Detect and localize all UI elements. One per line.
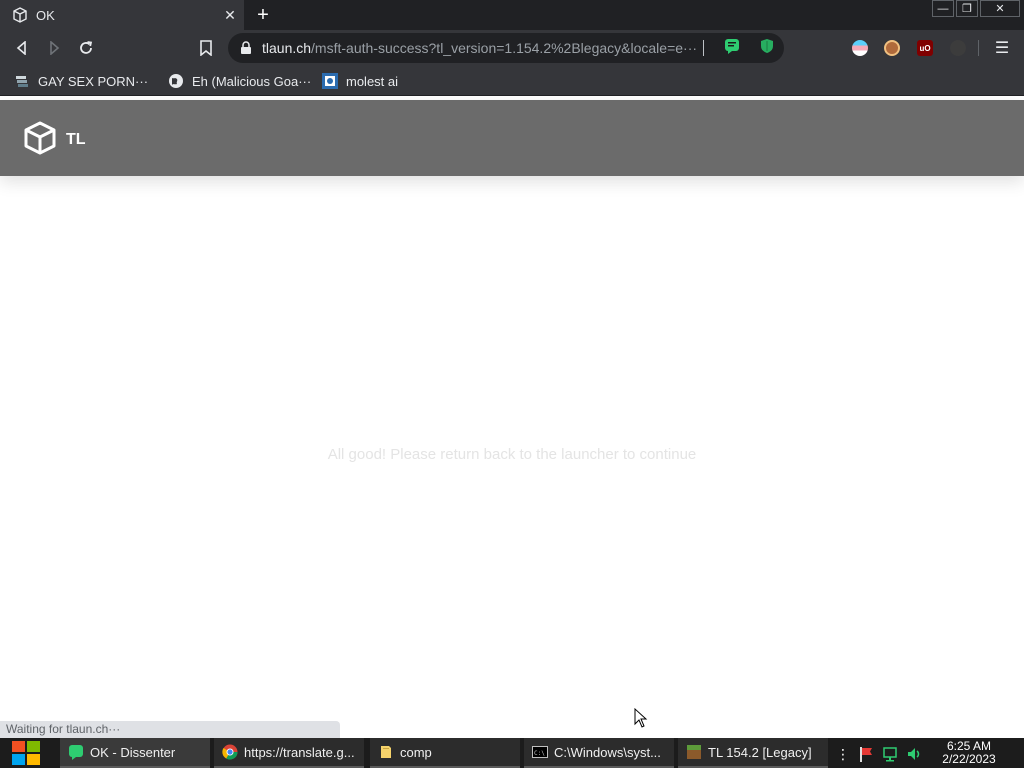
brand-name: TL: [66, 131, 86, 148]
close-window-button[interactable]: ✕: [980, 0, 1020, 17]
restore-button[interactable]: ❐: [956, 0, 978, 17]
url-path: /msft-auth-success?tl_version=1.154.2%2B…: [311, 40, 698, 56]
taskbar-item-label: comp: [400, 744, 432, 760]
taskbar-item-label: C:\Windows\syst...: [554, 744, 661, 760]
command-prompt-icon: C:\: [532, 746, 548, 758]
globe-icon: [169, 74, 183, 88]
toolbar-divider: [978, 40, 979, 56]
extension-icon[interactable]: [950, 40, 966, 56]
omnibox-divider: [703, 40, 705, 56]
grass-block-icon: [687, 745, 701, 759]
status-bubble: Waiting for tlaun.ch···: [0, 721, 340, 738]
start-button[interactable]: [6, 738, 46, 768]
cube-favicon-icon: [12, 7, 28, 23]
site-favicon-icon: [322, 73, 338, 89]
address-bar[interactable]: tlaun.ch/msft-auth-success?tl_version=1.…: [228, 33, 784, 63]
forward-button[interactable]: [44, 38, 64, 58]
forward-arrow-icon: [50, 41, 60, 55]
clock-date: 2/22/2023: [942, 752, 996, 766]
windows-logo-icon: [12, 741, 40, 765]
ublock-icon[interactable]: uO: [917, 40, 933, 56]
bookmark-item[interactable]: GAY SEX PORN···: [14, 72, 148, 90]
action-center-flag-icon[interactable]: [858, 746, 874, 762]
taskbar-item-label: OK - Dissenter: [90, 744, 176, 760]
bookmark-label: Eh (Malicious Goa···: [192, 73, 312, 89]
site-header: TL: [0, 100, 1024, 176]
lock-icon: [241, 41, 251, 54]
taskbar: OK - Dissenter https://translate.g... co…: [0, 738, 1024, 768]
tab-close-icon[interactable]: ✕: [222, 7, 238, 23]
url-host: tlaun.ch: [262, 40, 312, 56]
taskbar-item-tl-launcher[interactable]: TL 154.2 [Legacy]: [678, 738, 828, 768]
folder-icon: [381, 746, 391, 758]
screen: OK ✕ + — ❐ ✕ tlaun.ch/msft-auth-success?…: [0, 0, 1024, 768]
browser-toolbar: tlaun.ch/msft-auth-success?tl_version=1.…: [0, 30, 1024, 66]
shield-icon[interactable]: [759, 38, 775, 54]
mouse-cursor-icon: [634, 708, 648, 728]
stack-icon: [16, 76, 28, 87]
volume-icon[interactable]: [906, 746, 922, 762]
bookmarks-bar: GAY SEX PORN··· Eh (Malicious Goa··· mol…: [0, 66, 1024, 96]
bookmark-icon: [200, 40, 212, 56]
taskbar-item-label: https://translate.g...: [244, 744, 355, 760]
taskbar-item-cmd[interactable]: C:\ C:\Windows\syst...: [524, 738, 674, 768]
tray-overflow-icon[interactable]: ⋮: [836, 746, 850, 762]
cube-logo-icon: [24, 121, 56, 155]
tab-title: OK: [36, 7, 55, 23]
minimize-button[interactable]: —: [932, 0, 954, 17]
page-content: TL All good! Please return back to the l…: [0, 96, 1024, 738]
reload-icon: [80, 41, 93, 54]
menu-button[interactable]: ☰: [992, 38, 1012, 58]
reload-button[interactable]: [76, 38, 96, 58]
tab-strip: OK ✕ + — ❐ ✕: [0, 0, 1024, 30]
dissenter-comment-icon[interactable]: [724, 38, 740, 54]
avatar-extension-icon[interactable]: [884, 40, 900, 56]
chrome-icon: [222, 744, 238, 760]
network-icon[interactable]: [882, 746, 898, 762]
new-tab-button[interactable]: +: [252, 4, 274, 26]
bookmark-item[interactable]: molest ai: [322, 72, 398, 90]
bookmark-button[interactable]: [196, 38, 216, 58]
bookmark-item[interactable]: Eh (Malicious Goa···: [168, 72, 311, 90]
taskbar-item-chrome[interactable]: https://translate.g...: [214, 738, 364, 768]
back-arrow-icon: [16, 41, 26, 55]
dissenter-icon: [69, 745, 83, 760]
taskbar-item-label: TL 154.2 [Legacy]: [708, 744, 812, 760]
taskbar-item-folder[interactable]: comp: [370, 738, 520, 768]
flag-extension-icon[interactable]: [852, 40, 868, 56]
tab-ok[interactable]: OK ✕: [0, 0, 244, 30]
back-button[interactable]: [12, 38, 32, 58]
system-clock[interactable]: 6:25 AM 2/22/2023: [932, 740, 1006, 766]
bookmark-label: GAY SEX PORN···: [38, 73, 149, 89]
window-controls: — ❐ ✕: [932, 0, 1020, 18]
taskbar-item-dissenter[interactable]: OK - Dissenter: [60, 738, 210, 768]
svg-text:C:\: C:\: [534, 750, 545, 757]
bookmark-label: molest ai: [346, 73, 399, 89]
success-message: All good! Please return back to the laun…: [327, 446, 697, 463]
